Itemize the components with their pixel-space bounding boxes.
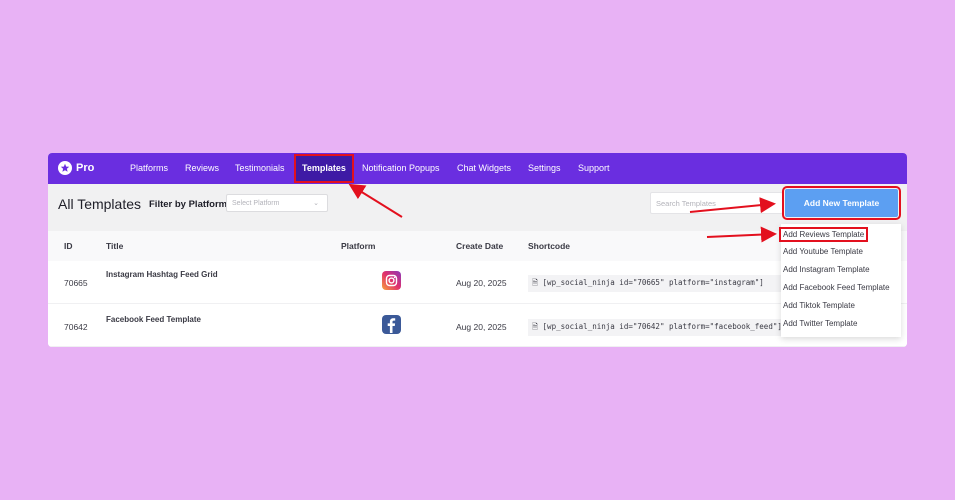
add-template-dropdown: Add Reviews Template Add Youtube Templat… — [778, 224, 901, 337]
table-row[interactable]: 70665 Instagram Hashtag Feed Grid Aug 20… — [48, 261, 907, 304]
search-input[interactable]: Search Templates — [650, 192, 783, 214]
nav-item-settings[interactable]: Settings — [528, 153, 561, 184]
column-header-id[interactable]: ID — [64, 231, 73, 261]
row-id: 70642 — [64, 322, 88, 332]
platform-select[interactable]: Select Platform ⌄ — [226, 194, 328, 212]
menu-item-add-youtube-template[interactable]: Add Youtube Template — [783, 247, 863, 256]
nav-item-reviews[interactable]: Reviews — [185, 153, 219, 184]
page-title: All Templates — [58, 196, 142, 212]
nav-item-support[interactable]: Support — [578, 153, 610, 184]
row-shortcode[interactable]: 🗎 [wp_social_ninja id="70665" platform="… — [528, 275, 786, 292]
instagram-icon — [382, 271, 401, 290]
filter-label: Filter by Platform — [149, 199, 228, 210]
search-placeholder: Search Templates — [656, 199, 716, 208]
menu-item-add-instagram-template[interactable]: Add Instagram Template — [783, 265, 870, 274]
facebook-icon — [382, 315, 401, 334]
templates-toolbar: All Templates Filter by Platform Select … — [48, 184, 907, 231]
nav-item-testimonials[interactable]: Testimonials — [235, 153, 285, 184]
menu-item-add-tiktok-template[interactable]: Add Tiktok Template — [783, 301, 855, 310]
row-id: 70665 — [64, 278, 88, 288]
row-title[interactable]: Facebook Feed Template — [106, 315, 201, 324]
row-shortcode[interactable]: 🗎 [wp_social_ninja id="70642" platform="… — [528, 319, 788, 336]
row-create-date: Aug 20, 2025 — [456, 278, 507, 288]
table-header: ID Title Platform Create Date Shortcode — [48, 231, 907, 261]
app-window: Pro Platforms Reviews Testimonials Templ… — [48, 153, 907, 347]
top-nav-bar: Pro Platforms Reviews Testimonials Templ… — [48, 153, 907, 184]
brand-name: Pro — [76, 162, 95, 174]
nav-item-platforms[interactable]: Platforms — [130, 153, 168, 184]
table-row[interactable]: 70642 Facebook Feed Template Aug 20, 202… — [48, 304, 907, 347]
add-new-template-button[interactable]: Add New Template — [782, 186, 901, 220]
column-header-create-date[interactable]: Create Date — [456, 231, 503, 261]
shortcode-text: [wp_social_ninja id="70665" platform="in… — [542, 278, 764, 287]
menu-item-add-facebook-feed-template[interactable]: Add Facebook Feed Template — [783, 283, 890, 292]
nav-item-notification-popups[interactable]: Notification Popups — [362, 153, 440, 184]
row-create-date: Aug 20, 2025 — [456, 322, 507, 332]
column-header-title[interactable]: Title — [106, 231, 123, 261]
star-badge-icon — [58, 161, 72, 175]
nav-item-templates[interactable]: Templates — [294, 154, 354, 183]
chevron-down-icon: ⌄ — [313, 200, 319, 207]
menu-item-add-twitter-template[interactable]: Add Twitter Template — [783, 319, 857, 328]
shortcode-text: [wp_social_ninja id="70642" platform="fa… — [542, 322, 782, 331]
column-header-platform: Platform — [341, 241, 376, 251]
row-title[interactable]: Instagram Hashtag Feed Grid — [106, 270, 218, 279]
menu-item-add-reviews-template[interactable]: Add Reviews Template — [778, 227, 869, 242]
platform-select-placeholder: Select Platform — [232, 200, 280, 207]
column-header-shortcode: Shortcode — [528, 241, 571, 251]
nav-item-chat-widgets[interactable]: Chat Widgets — [457, 153, 511, 184]
brand-logo[interactable]: Pro — [58, 160, 94, 176]
